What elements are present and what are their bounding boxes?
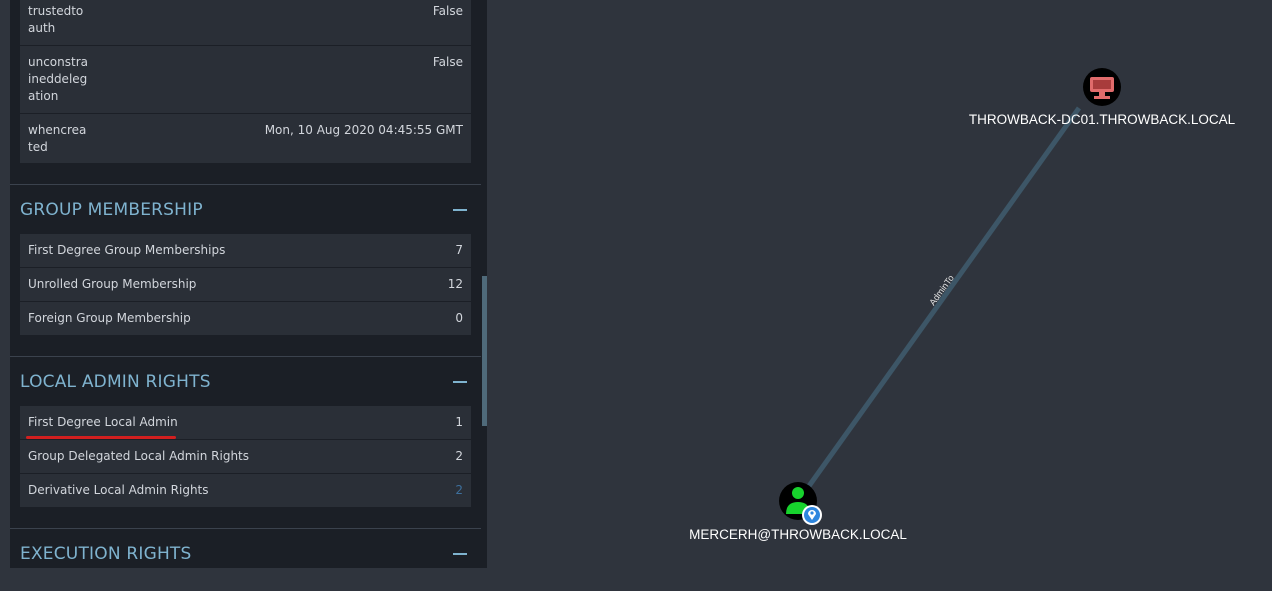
list-item[interactable]: Foreign Group Membership 0 <box>20 302 471 336</box>
list-item-label: Group Delegated Local Admin Rights <box>28 449 250 463</box>
property-row-unconstraineddelegation: unconstraineddelegation False <box>20 46 471 114</box>
list-item[interactable]: Group Delegated Local Admin Rights 2 <box>20 440 471 474</box>
list-item-count[interactable]: 2 <box>455 482 463 499</box>
list-item-count: 12 <box>447 277 463 291</box>
list-item[interactable]: Unrolled Group Membership 12 <box>20 268 471 302</box>
collapse-icon[interactable] <box>453 380 467 383</box>
property-label: whencreated <box>28 123 87 154</box>
node-properties-list: trustedtoauth False unconstraineddelegat… <box>20 0 471 164</box>
list-item[interactable]: First Degree Group Memberships 7 <box>20 234 471 268</box>
property-value: Mon, 10 Aug 2020 04:45:55 GMT <box>264 123 463 137</box>
property-value: False <box>432 4 463 18</box>
list-item-count: 0 <box>455 311 463 325</box>
list-item-label: Foreign Group Membership <box>28 311 191 325</box>
collapse-icon[interactable] <box>453 552 467 555</box>
owned-pin-icon <box>802 505 822 525</box>
section-title: GROUP MEMBERSHIP <box>20 199 203 220</box>
property-label: unconstraineddelegation <box>28 55 88 103</box>
local-admin-rights-list: First Degree Local Admin 1 Group Delegat… <box>20 406 471 508</box>
computer-node[interactable]: THROWBACK-DC01.THROWBACK.LOCAL <box>969 68 1236 127</box>
property-row-trustedtoauth: trustedtoauth False <box>20 0 471 46</box>
property-row-whencreated: whencreated Mon, 10 Aug 2020 04:45:55 GM… <box>20 114 471 164</box>
property-value: False <box>432 55 463 69</box>
list-item-label: First Degree Group Memberships <box>28 243 226 257</box>
section-title: EXECUTION RIGHTS <box>20 543 192 564</box>
list-item-count: 1 <box>455 415 463 429</box>
collapse-icon[interactable] <box>453 208 467 211</box>
computer-node-label: THROWBACK-DC01.THROWBACK.LOCAL <box>969 112 1236 127</box>
list-item-count: 7 <box>455 243 463 257</box>
list-item[interactable]: First Degree Local Admin 1 <box>20 406 471 440</box>
local-admin-rights-header[interactable]: LOCAL ADMIN RIGHTS <box>10 356 481 406</box>
section-title: LOCAL ADMIN RIGHTS <box>20 371 211 392</box>
property-label: trustedtoauth <box>28 4 84 35</box>
list-item-label: Unrolled Group Membership <box>28 277 197 291</box>
admin-to-edge[interactable] <box>796 106 1082 502</box>
list-item-count: 2 <box>455 449 463 463</box>
red-underline-annotation <box>26 436 176 439</box>
list-item[interactable]: Derivative Local Admin Rights 2 <box>20 474 471 508</box>
list-item-label: Derivative Local Admin Rights <box>28 483 209 497</box>
node-info-panel: trustedtoauth False unconstraineddelegat… <box>10 0 487 568</box>
user-node-label: MERCERH@THROWBACK.LOCAL <box>689 527 907 542</box>
group-membership-list: First Degree Group Memberships 7 Unrolle… <box>20 234 471 336</box>
graph-canvas[interactable]: AdminTo THROWBACK-DC01.THROWBACK.LOCAL M… <box>487 0 1272 591</box>
execution-rights-header[interactable]: EXECUTION RIGHTS <box>10 528 481 568</box>
group-membership-header[interactable]: GROUP MEMBERSHIP <box>10 184 481 234</box>
list-item-label: First Degree Local Admin <box>28 415 178 429</box>
user-node[interactable]: MERCERH@THROWBACK.LOCAL <box>689 482 907 542</box>
